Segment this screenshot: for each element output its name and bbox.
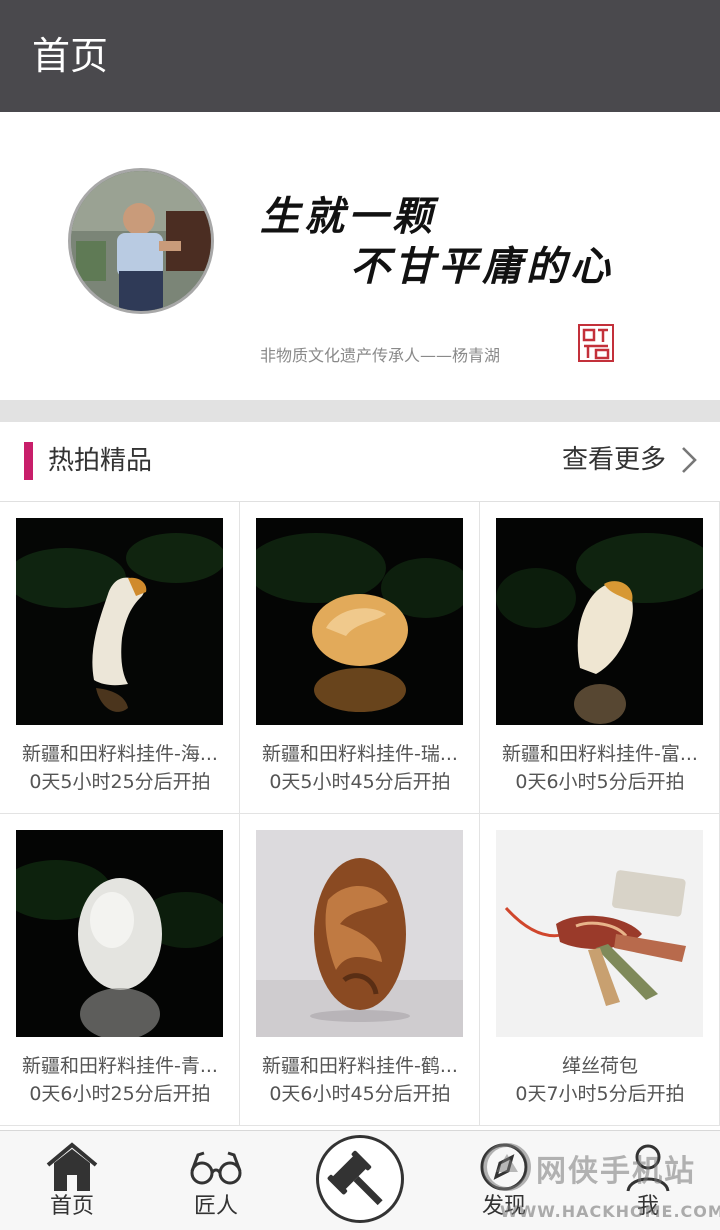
home-icon: [46, 1142, 98, 1191]
bottom-tab-bar: 首页 匠人 发现 我: [0, 1130, 720, 1230]
user-icon: [626, 1144, 670, 1192]
tab-me[interactable]: 我: [576, 1131, 720, 1230]
tab-me-label: 我: [636, 1194, 659, 1219]
chevron-right-icon: [682, 447, 697, 473]
product-image: [256, 518, 463, 725]
red-seal-stamp: [578, 324, 614, 362]
product-grid: 新疆和田籽料挂件-海... 0天5小时25分后开拍 新疆和田籽料挂件-瑞... …: [0, 502, 720, 1126]
calligraphy-line-2: 不甘平庸的心: [350, 243, 614, 290]
top-bar: 首页: [0, 0, 720, 112]
compass-icon: [480, 1143, 528, 1191]
product-image: [16, 830, 223, 1037]
product-card[interactable]: 新疆和田籽料挂件-青... 0天6小时25分后开拍: [0, 814, 240, 1126]
gavel-icon: [327, 1150, 383, 1206]
product-countdown: 0天5小时45分后开拍: [269, 771, 451, 793]
product-countdown: 0天6小时5分后开拍: [515, 771, 685, 793]
glasses-icon: [190, 1151, 242, 1185]
product-countdown: 0天5小时25分后开拍: [29, 771, 211, 793]
auction-center-button[interactable]: [316, 1135, 404, 1223]
product-countdown: 0天6小时25分后开拍: [29, 1083, 211, 1105]
product-card[interactable]: 缂丝荷包 0天7小时5分后开拍: [480, 814, 720, 1126]
tab-home-label: 首页: [49, 1194, 94, 1219]
tab-discover[interactable]: 发现: [432, 1131, 576, 1230]
product-countdown: 0天7小时5分后开拍: [515, 1083, 685, 1105]
product-card[interactable]: 新疆和田籽料挂件-瑞... 0天5小时45分后开拍: [240, 502, 480, 814]
product-name: 新疆和田籽料挂件-瑞...: [262, 743, 458, 765]
product-name: 新疆和田籽料挂件-富...: [502, 743, 698, 765]
tab-craftsmen[interactable]: 匠人: [144, 1131, 288, 1230]
section-accent-bar: [24, 442, 33, 480]
product-image: [256, 830, 463, 1037]
product-card[interactable]: 新疆和田籽料挂件-鹤... 0天6小时45分后开拍: [240, 814, 480, 1126]
view-more-label: 查看更多: [561, 445, 666, 475]
product-image: [496, 518, 703, 725]
product-card[interactable]: 新疆和田籽料挂件-富... 0天6小时5分后开拍: [480, 502, 720, 814]
product-countdown: 0天6小时45分后开拍: [269, 1083, 451, 1105]
product-image: [496, 830, 703, 1037]
banner-caption: 非物质文化遗产传承人——杨青湖: [260, 346, 501, 365]
section-title: 热拍精品: [48, 446, 153, 476]
product-name: 新疆和田籽料挂件-海...: [22, 743, 218, 765]
artisan-portrait: [68, 168, 214, 314]
product-name: 缂丝荷包: [561, 1055, 638, 1077]
section-divider: [0, 400, 720, 422]
product-image: [16, 518, 223, 725]
tab-craftsmen-label: 匠人: [193, 1194, 238, 1219]
product-card[interactable]: 新疆和田籽料挂件-海... 0天5小时25分后开拍: [0, 502, 240, 814]
product-name: 新疆和田籽料挂件-鹤...: [262, 1055, 458, 1077]
calligraphy-slogan: 生就一颗 不甘平庸的心: [258, 184, 638, 294]
promo-banner[interactable]: 生就一颗 不甘平庸的心 非物质文化遗产传承人——杨青湖: [0, 112, 720, 400]
page-title: 首页: [32, 34, 109, 78]
tab-home[interactable]: 首页: [0, 1131, 144, 1230]
view-more-link[interactable]: 查看更多: [562, 440, 698, 480]
hot-auction-header: 热拍精品 查看更多: [0, 422, 720, 502]
tab-discover-label: 发现: [481, 1194, 526, 1219]
product-name: 新疆和田籽料挂件-青...: [22, 1055, 218, 1077]
